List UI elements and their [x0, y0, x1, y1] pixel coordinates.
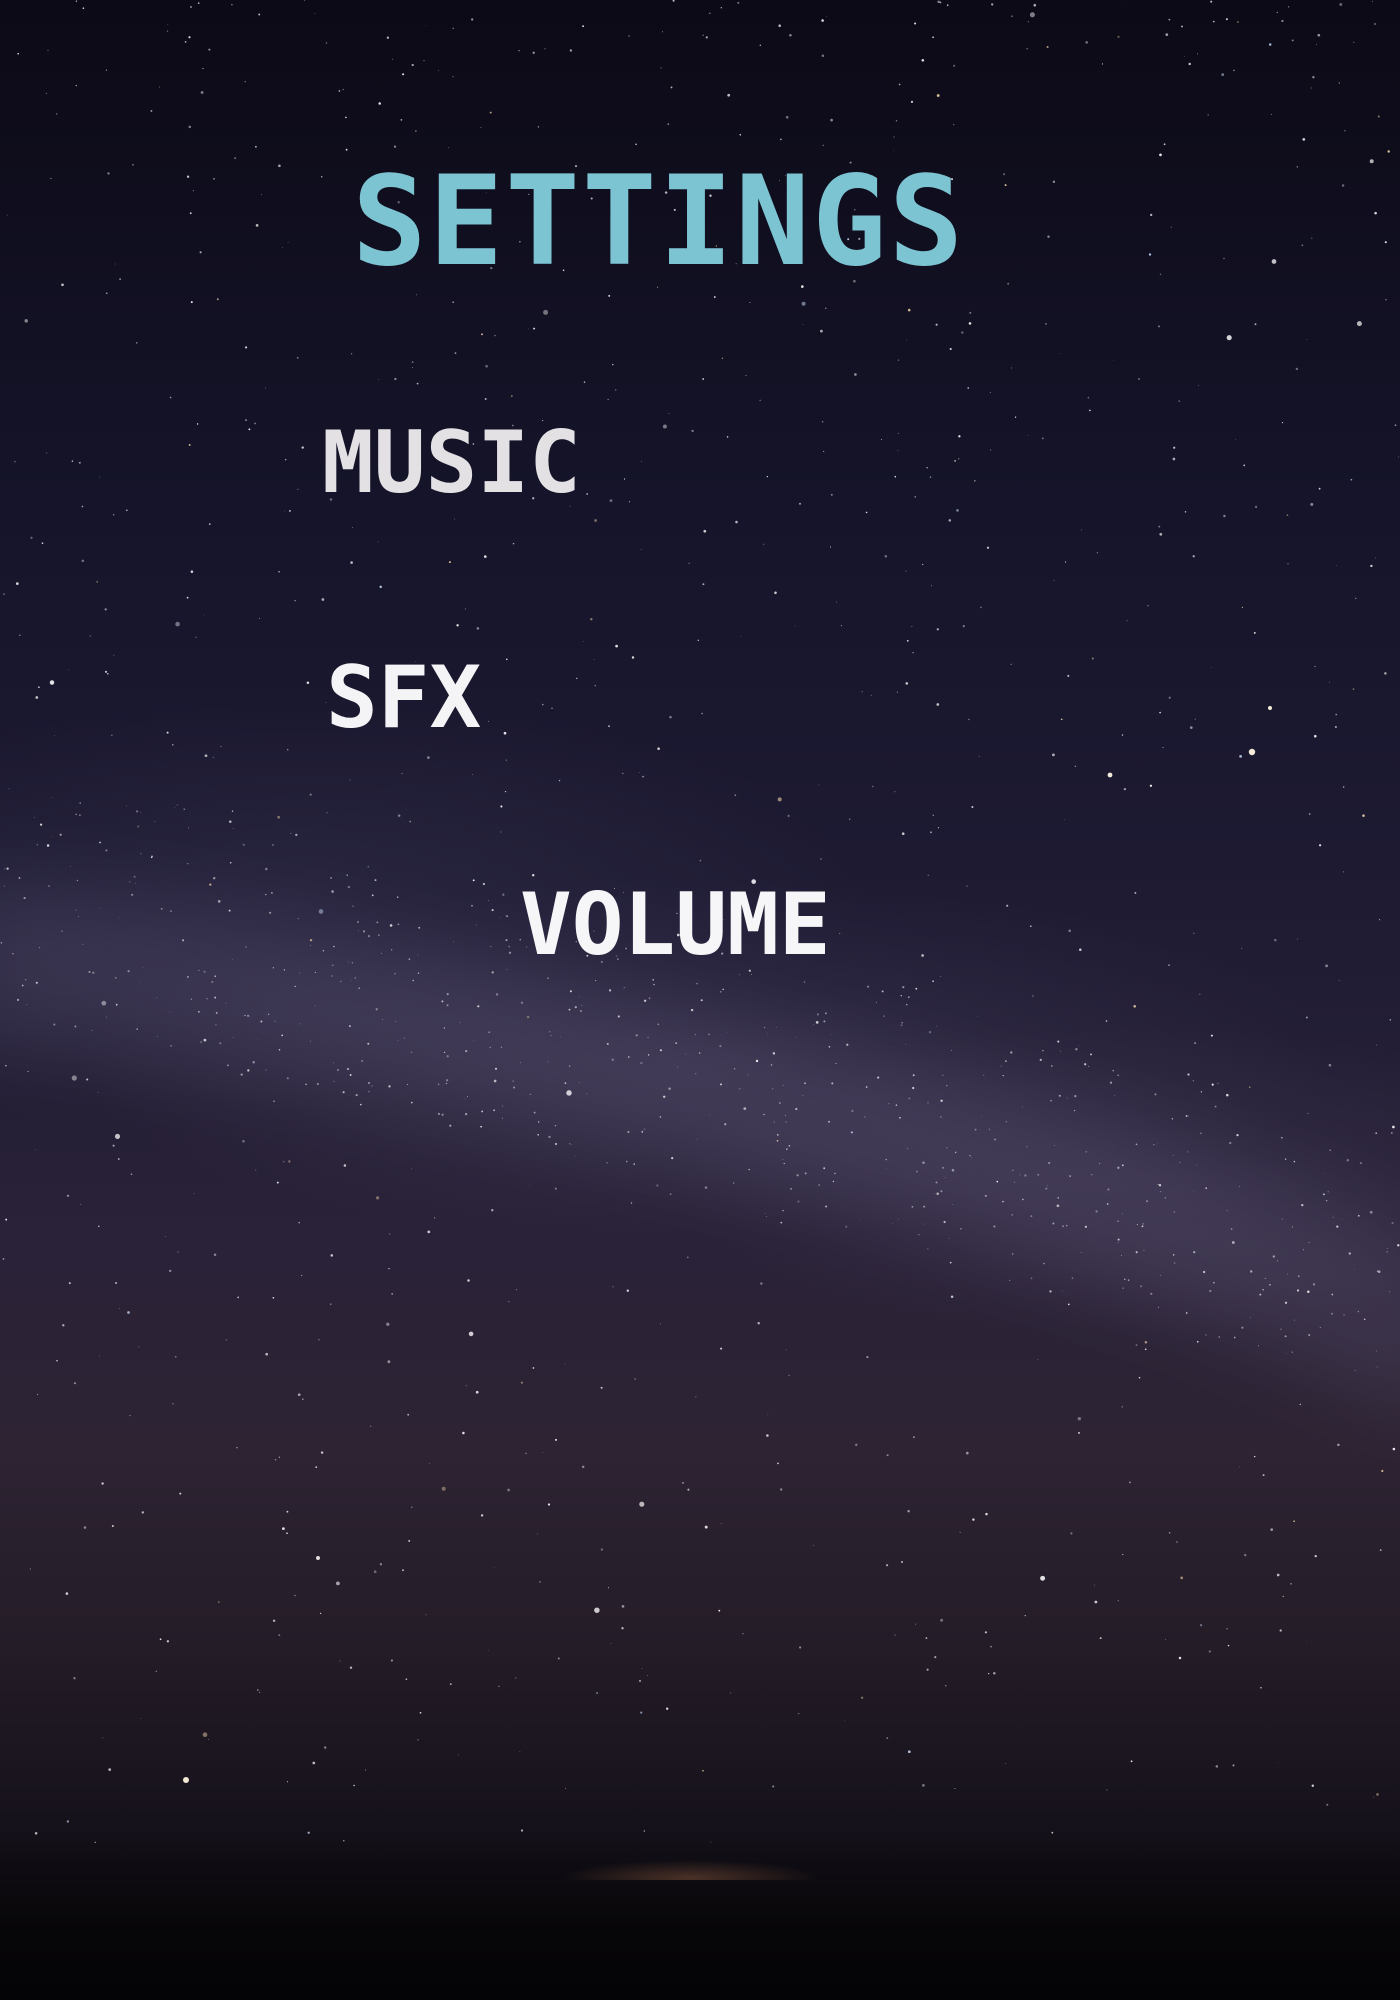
- volume-menu-item[interactable]: VOLUME: [520, 882, 831, 968]
- music-menu-item[interactable]: MUSIC: [322, 420, 581, 506]
- star-field: [0, 0, 1400, 1844]
- sfx-menu-item[interactable]: SFX: [326, 655, 481, 741]
- starry-night-background: [0, 0, 1400, 2000]
- dark-horizon: [0, 1880, 1400, 2000]
- settings-title: SETTINGS: [352, 150, 966, 294]
